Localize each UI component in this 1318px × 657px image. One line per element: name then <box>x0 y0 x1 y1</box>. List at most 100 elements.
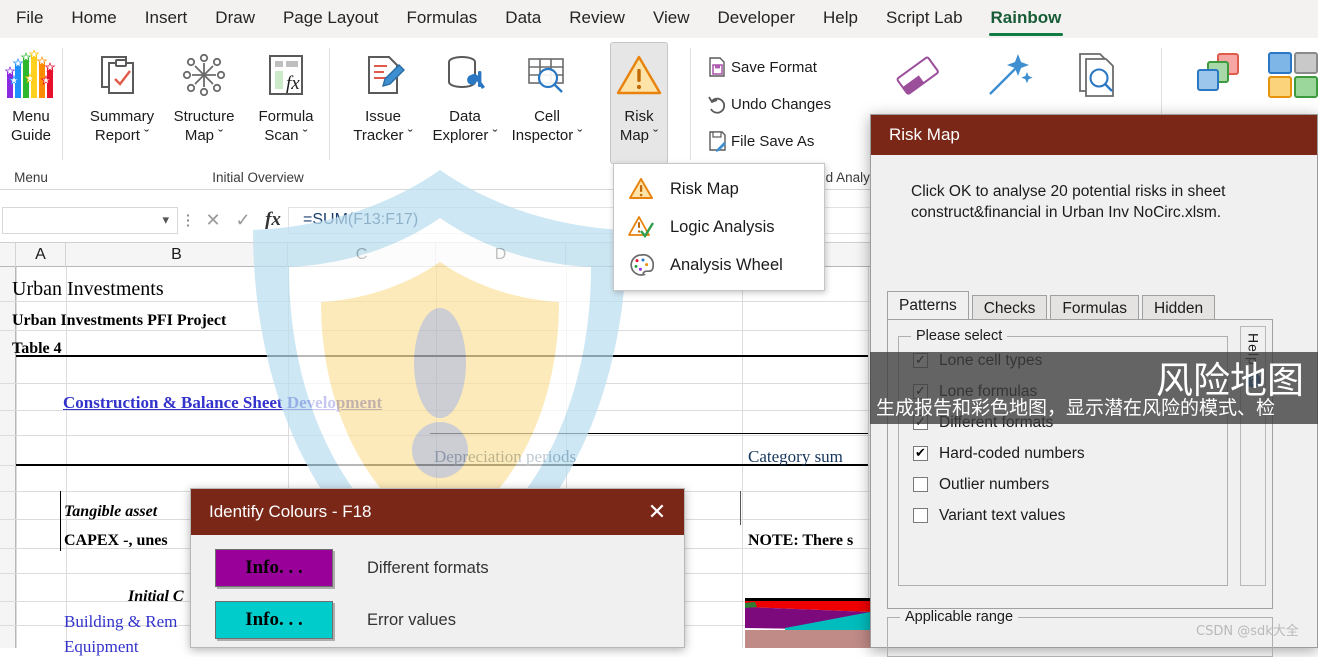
tab-checks[interactable]: Checks <box>971 295 1048 321</box>
ribbon-tab-help[interactable]: Help <box>809 4 872 34</box>
ribbon-tab-script-lab[interactable]: Script Lab <box>872 4 977 34</box>
confirm-check-icon[interactable]: ✓ <box>228 207 258 234</box>
menu-item-analysis-wheel[interactable]: Analysis Wheel <box>614 246 824 284</box>
issue-pencil-icon <box>359 47 407 103</box>
name-box-more-icon[interactable]: ⋮ <box>178 211 198 229</box>
save-format-button[interactable]: Save Format <box>705 52 817 82</box>
undo-changes-button[interactable]: Undo Changes <box>705 89 831 119</box>
checkbox-row-variant-text-values[interactable]: Variant text values <box>913 500 1227 531</box>
grid-border-heavy <box>60 491 61 551</box>
risk-map-dialog-tabs[interactable]: Patterns Checks Formulas Hidden <box>887 291 1218 321</box>
ribbon-tab-developer[interactable]: Developer <box>704 4 810 34</box>
column-header-c[interactable]: C <box>288 243 436 267</box>
issue-tracker-label-1: Issue <box>365 108 401 125</box>
database-tools-icon <box>441 47 489 103</box>
cell-text[interactable]: Table 4 <box>12 340 62 358</box>
ribbon-tab-insert[interactable]: Insert <box>131 4 202 34</box>
issue-tracker-label-2: Tracker ˇ <box>353 127 413 144</box>
ribbon-tab-draw[interactable]: Draw <box>201 4 269 34</box>
ribbon-tab-page-layout[interactable]: Page Layout <box>269 4 392 34</box>
cell-text[interactable]: Building & Rem <box>64 612 177 632</box>
checkbox-lone-cell-types[interactable]: ✓ <box>913 353 928 368</box>
group-label-initial-overview: Initial Overview <box>212 170 304 185</box>
checkbox-row-outlier-numbers[interactable]: Outlier numbers <box>913 469 1227 500</box>
cancel-x-icon[interactable]: ✕ <box>198 207 228 234</box>
identify-colours-dialog[interactable]: Identify Colours - F18 ✕ Info. . . Diffe… <box>190 488 685 648</box>
cell-text[interactable]: Initial C <box>128 588 184 606</box>
checkbox-label-lone-cell-types: Lone cell types <box>939 351 1043 369</box>
ribbon-tab-data[interactable]: Data <box>491 4 555 34</box>
checkbox-outlier-numbers[interactable] <box>913 477 928 492</box>
cell-text[interactable]: Urban Investments <box>12 278 164 301</box>
checkbox-hard-coded-numbers[interactable]: ✔ <box>913 446 928 461</box>
file-save-as-button[interactable]: File Save As <box>705 126 814 156</box>
ribbon-tab-review[interactable]: Review <box>555 4 639 34</box>
magic-wand-icon <box>982 50 1038 107</box>
rainbow-bar-chart-icon <box>5 47 57 103</box>
formula-scan-button[interactable]: fx Formula Scan ˇ <box>245 42 327 164</box>
checkbox-row-different-formats[interactable]: ✓ Different formats <box>913 407 1227 438</box>
column-header-b[interactable]: B <box>66 243 288 267</box>
column-header-a[interactable]: A <box>16 243 66 267</box>
cell-text[interactable]: Construction & Balance Sheet Development <box>63 393 382 413</box>
grid-vline <box>868 267 869 648</box>
info-button-error-values[interactable]: Info. . . <box>215 601 333 639</box>
checkbox-variant-text-values[interactable] <box>913 508 928 523</box>
cell-inspector-label-2: Inspector ˇ <box>511 127 583 144</box>
close-x-icon[interactable]: ✕ <box>642 499 672 525</box>
checkbox-row-lone-formulas[interactable]: ✓ Lone formulas <box>913 376 1227 407</box>
menu-item-risk-map-label: Risk Map <box>670 179 739 198</box>
data-explorer-label-2: Explorer ˇ <box>432 127 498 144</box>
select-all-corner[interactable] <box>0 243 16 267</box>
ribbon-tab-file[interactable]: File <box>2 4 57 34</box>
tab-hidden[interactable]: Hidden <box>1142 295 1216 321</box>
menu-item-analysis-wheel-label: Analysis Wheel <box>670 255 783 274</box>
fx-icon[interactable]: fx <box>258 207 288 234</box>
risk-map-dialog[interactable]: Risk Map Click OK to analyse 20 potentia… <box>870 114 1318 657</box>
formula-scan-label-1: Formula <box>258 108 314 125</box>
grid-vline <box>742 267 743 648</box>
tab-formulas[interactable]: Formulas <box>1050 295 1140 321</box>
checkbox-lone-formulas[interactable]: ✓ <box>913 384 928 399</box>
data-explorer-button[interactable]: Data Explorer ˇ <box>424 42 506 164</box>
column-header-d[interactable]: D <box>436 243 566 267</box>
risk-map-dropdown-menu[interactable]: Risk Map Logic Analysis Analysis Wheel <box>613 163 825 291</box>
menu-guide-button[interactable]: Menu Guide <box>0 42 66 164</box>
cell-text[interactable]: Urban Investments PFI Project <box>12 312 226 330</box>
ribbon-tab-view[interactable]: View <box>639 4 704 34</box>
cell-inspector-button[interactable]: Cell Inspector ˇ <box>506 42 588 164</box>
cell-text[interactable]: CAPEX -, unes <box>64 532 168 550</box>
formula-text: =SUM(F13:F17) <box>303 211 419 228</box>
ribbon-tab-rainbow[interactable]: Rainbow <box>977 4 1076 36</box>
summary-report-button[interactable]: Summary Report ˇ <box>81 42 163 164</box>
issue-tracker-button[interactable]: Issue Tracker ˇ <box>342 42 424 164</box>
cell-text[interactable]: NOTE: There s <box>748 532 853 550</box>
menu-item-logic-analysis[interactable]: Logic Analysis <box>614 208 824 246</box>
grid-border-heavy <box>16 355 868 357</box>
risk-map-button[interactable]: Risk Map ˇ <box>610 42 668 164</box>
risk-map-label-2: Map ˇ <box>619 127 659 144</box>
ribbon-tab-formulas[interactable]: Formulas <box>392 4 491 34</box>
ribbon-tab-home[interactable]: Home <box>57 4 130 34</box>
help-strip-label: Help <box>1245 333 1262 366</box>
checkbox-different-formats[interactable]: ✓ <box>913 415 928 430</box>
info-button-different-formats[interactable]: Info. . . <box>215 549 333 587</box>
risk-map-tab-panel: Please select ✓ Lone cell types ✓ Lone f… <box>887 319 1273 609</box>
tab-patterns[interactable]: Patterns <box>887 291 969 321</box>
checkbox-row-hard-coded-numbers[interactable]: ✔ Hard-coded numbers <box>913 438 1227 469</box>
cell-text[interactable]: Category sum <box>748 447 843 467</box>
name-box[interactable]: ▾ <box>2 206 178 234</box>
help-vertical-strip[interactable]: Help ? <box>1240 326 1266 586</box>
cell-text[interactable]: Depreciation periods <box>434 447 576 467</box>
structure-map-button[interactable]: Structure Map ˇ <box>163 42 245 164</box>
tab-checks-label: Checks <box>983 299 1036 317</box>
structure-burst-icon <box>180 47 228 103</box>
eraser-icon <box>889 50 947 107</box>
help-question-icon[interactable]: ? <box>1245 372 1261 392</box>
cell-text[interactable]: Equipment <box>64 637 139 657</box>
cell-text[interactable]: Tangible asset <box>64 503 157 521</box>
checkbox-row-lone-cell-types[interactable]: ✓ Lone cell types <box>913 345 1227 376</box>
menu-item-risk-map[interactable]: Risk Map <box>614 170 824 208</box>
data-explorer-label-1: Data <box>449 108 481 125</box>
ribbon-group-menu: Menu Guide Menu <box>0 38 62 185</box>
